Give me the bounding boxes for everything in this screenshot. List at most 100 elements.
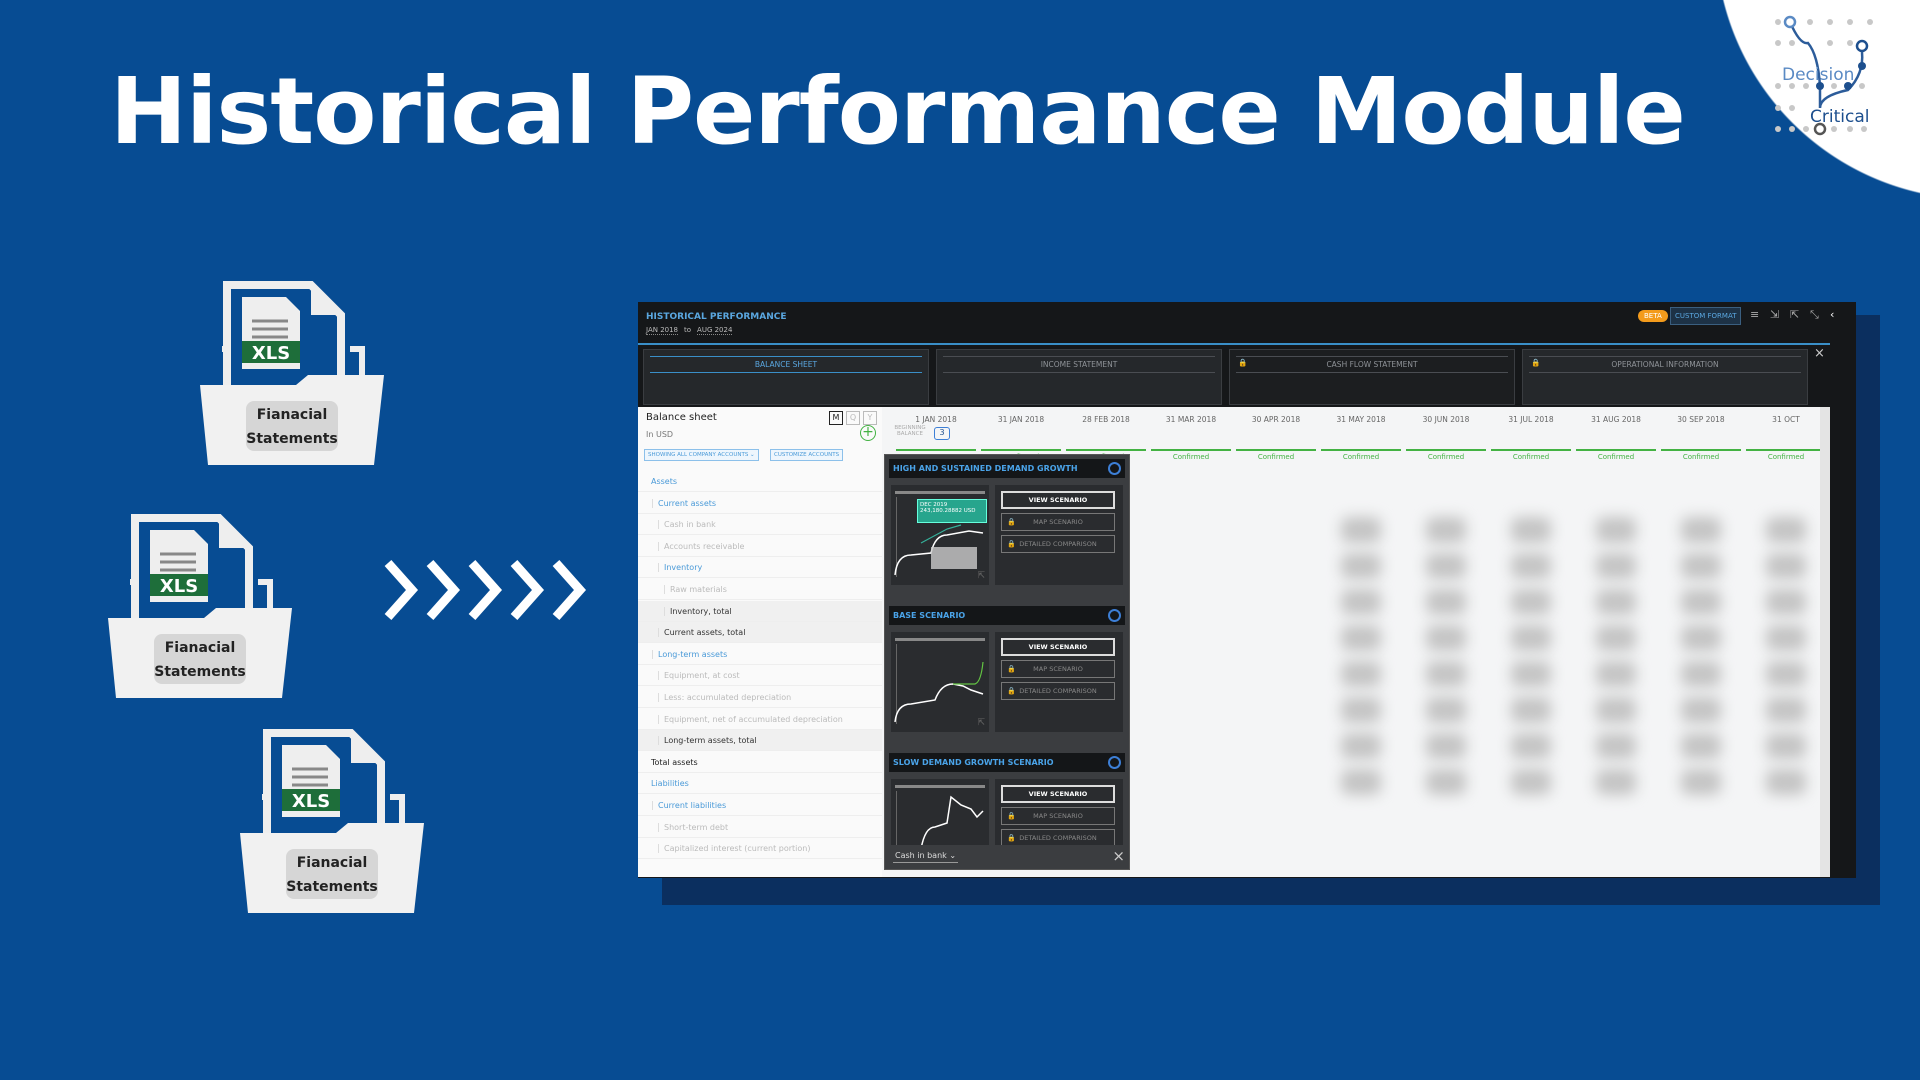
vertical-scrollbar[interactable] bbox=[1820, 407, 1830, 877]
status-confirmed: Confirmed bbox=[1321, 449, 1401, 461]
account-row[interactable]: Capitalized interest (current portion) bbox=[638, 838, 882, 860]
account-row[interactable]: Long-term assets bbox=[638, 644, 882, 665]
blurred-value bbox=[1426, 733, 1466, 759]
blurred-value bbox=[1766, 553, 1806, 579]
expand-chart-icon[interactable]: ⇱ bbox=[977, 571, 985, 581]
tab-income-statement[interactable]: INCOME STATEMENT bbox=[936, 349, 1222, 405]
xls-badge: XLS bbox=[292, 791, 330, 812]
blurred-value bbox=[1681, 733, 1721, 759]
view-scenario-button[interactable]: VIEW SCENARIO bbox=[1001, 638, 1115, 656]
period-month-button[interactable]: M bbox=[829, 411, 843, 425]
scenario-header[interactable]: BASE SCENARIO bbox=[889, 606, 1125, 625]
date-to[interactable]: AUG 2024 bbox=[697, 326, 733, 335]
xls-folder-2: XLS Fianacial Statements bbox=[108, 512, 293, 702]
lock-icon: 🔒 bbox=[1007, 834, 1016, 842]
account-label: Inventory bbox=[658, 563, 703, 573]
view-scenario-button[interactable]: VIEW SCENARIO bbox=[1001, 785, 1115, 803]
account-row[interactable]: Equipment, net of accumulated depreciati… bbox=[638, 709, 882, 730]
custom-format-button[interactable]: CUSTOM FORMAT bbox=[1670, 307, 1742, 325]
blurred-value bbox=[1511, 661, 1551, 687]
blurred-value bbox=[1681, 553, 1721, 579]
expand-chart-icon[interactable]: ⇱ bbox=[977, 718, 985, 728]
close-tabs-icon[interactable]: × bbox=[1814, 346, 1825, 361]
add-scenario-icon[interactable]: + bbox=[860, 425, 876, 441]
account-row[interactable]: Inventory bbox=[638, 557, 882, 579]
sparkline-chart bbox=[894, 661, 984, 723]
scenario-sparkline[interactable]: DEC 2019 243,180.28882 USD ⇱ bbox=[891, 485, 989, 585]
account-row[interactable]: Less: accumulated depreciation bbox=[638, 687, 882, 708]
blurred-value bbox=[1681, 589, 1721, 615]
account-row[interactable]: Accounts receivable bbox=[638, 536, 882, 557]
blurred-value bbox=[1681, 769, 1721, 795]
blurred-value bbox=[1426, 625, 1466, 651]
folder-label: Fianacial Statements bbox=[154, 634, 246, 684]
account-row[interactable]: Long-term assets, total bbox=[638, 730, 882, 752]
blurred-value bbox=[1596, 697, 1636, 723]
period-quarter-button[interactable]: Q bbox=[846, 411, 860, 425]
account-row[interactable]: Equipment, at cost bbox=[638, 665, 882, 687]
chevron-left-icon[interactable]: ‹ bbox=[1830, 308, 1834, 321]
date-column-header: 1 JAN 2018 bbox=[915, 415, 957, 424]
account-row[interactable]: Short-term debt bbox=[638, 817, 882, 838]
account-row[interactable]: Current assets bbox=[638, 493, 882, 514]
scenario-select-radio[interactable] bbox=[1108, 462, 1121, 475]
blurred-value bbox=[1766, 733, 1806, 759]
blurred-value bbox=[1341, 769, 1381, 795]
lock-icon: 🔒 bbox=[1007, 812, 1016, 820]
header-divider bbox=[638, 343, 1830, 345]
scenario-actions: VIEW SCENARIO 🔒 MAP SCENARIO 🔒 DETAILED CO… bbox=[995, 485, 1123, 585]
lock-icon: 🔒 bbox=[1531, 358, 1541, 367]
period-year-button[interactable]: Y bbox=[863, 411, 877, 425]
account-row[interactable]: Assets bbox=[638, 471, 882, 492]
tab-operational-information[interactable]: 🔒 OPERATIONAL INFORMATION bbox=[1522, 349, 1808, 405]
blurred-value bbox=[1341, 553, 1381, 579]
account-label: Current liabilities bbox=[652, 801, 727, 810]
detailed-comparison-button[interactable]: 🔒 DETAILED COMPARISON bbox=[1001, 682, 1115, 700]
scenario-header[interactable]: HIGH AND SUSTAINED DEMAND GROWTH bbox=[889, 459, 1125, 478]
account-row[interactable]: Total assets bbox=[638, 752, 882, 773]
scenario-sparkline[interactable]: ⇱ bbox=[891, 632, 989, 732]
tab-balance-sheet[interactable]: BALANCE SHEET bbox=[643, 349, 929, 405]
account-row[interactable]: Liabilities bbox=[638, 773, 882, 795]
map-scenario-button[interactable]: 🔒 MAP SCENARIO bbox=[1001, 660, 1115, 678]
blurred-value bbox=[1426, 697, 1466, 723]
account-dropdown[interactable]: Cash in bank ⌄ bbox=[893, 851, 959, 863]
status-confirmed: Confirmed bbox=[1576, 449, 1656, 461]
list-settings-icon[interactable]: ≡ bbox=[1750, 308, 1759, 321]
scenario-select-radio[interactable] bbox=[1108, 756, 1121, 769]
blurred-value bbox=[1341, 697, 1381, 723]
date-from[interactable]: JAN 2018 bbox=[646, 326, 679, 335]
close-popup-icon[interactable]: × bbox=[1112, 847, 1125, 865]
blurred-value bbox=[1681, 697, 1721, 723]
scenario-select-radio[interactable] bbox=[1108, 609, 1121, 622]
beta-badge: BETA bbox=[1638, 310, 1668, 322]
account-row[interactable]: Cash in bank bbox=[638, 514, 882, 536]
account-row[interactable]: Current liabilities bbox=[638, 795, 882, 816]
blurred-value bbox=[1681, 517, 1721, 543]
edit-icon[interactable]: ⇲ bbox=[1770, 308, 1779, 321]
show-accounts-dropdown[interactable]: SHOWING ALL COMPANY ACCOUNTS ⌄ bbox=[644, 449, 759, 461]
app-window: HISTORICAL PERFORMANCE JAN 2018 to AUG 202… bbox=[638, 302, 1856, 878]
account-row[interactable]: Raw materials bbox=[638, 579, 882, 600]
map-scenario-button[interactable]: 🔒 MAP SCENARIO bbox=[1001, 513, 1115, 531]
blurred-value bbox=[1681, 625, 1721, 651]
scenario-header[interactable]: SLOW DEMAND GROWTH SCENARIO bbox=[889, 753, 1125, 772]
logo-text-critical: Critical bbox=[1810, 107, 1869, 127]
account-row[interactable]: Current assets, total bbox=[638, 622, 882, 644]
account-row[interactable]: Inventory, total bbox=[638, 600, 882, 622]
blurred-value bbox=[1511, 769, 1551, 795]
external-link-icon[interactable]: ⇱ bbox=[1790, 308, 1799, 321]
account-label: Assets bbox=[651, 477, 678, 486]
date-column-header: 30 SEP 2018 bbox=[1677, 415, 1725, 424]
customize-accounts-button[interactable]: CUSTOMIZE ACCOUNTS bbox=[770, 449, 844, 461]
scenario-count-badge[interactable]: 3 bbox=[934, 427, 950, 440]
minimize-icon[interactable]: ⤡ bbox=[1810, 308, 1819, 322]
blurred-value bbox=[1596, 733, 1636, 759]
tab-cash-flow-statement[interactable]: 🔒 CASH FLOW STATEMENT bbox=[1229, 349, 1515, 405]
status-confirmed: Confirmed bbox=[1236, 449, 1316, 461]
map-scenario-button[interactable]: 🔒 MAP SCENARIO bbox=[1001, 807, 1115, 825]
date-column-header: 31 JUL 2018 bbox=[1508, 415, 1554, 424]
account-label: Cash in bank bbox=[658, 520, 716, 530]
detailed-comparison-button[interactable]: 🔒 DETAILED COMPARISON bbox=[1001, 535, 1115, 553]
view-scenario-button[interactable]: VIEW SCENARIO bbox=[1001, 491, 1115, 509]
